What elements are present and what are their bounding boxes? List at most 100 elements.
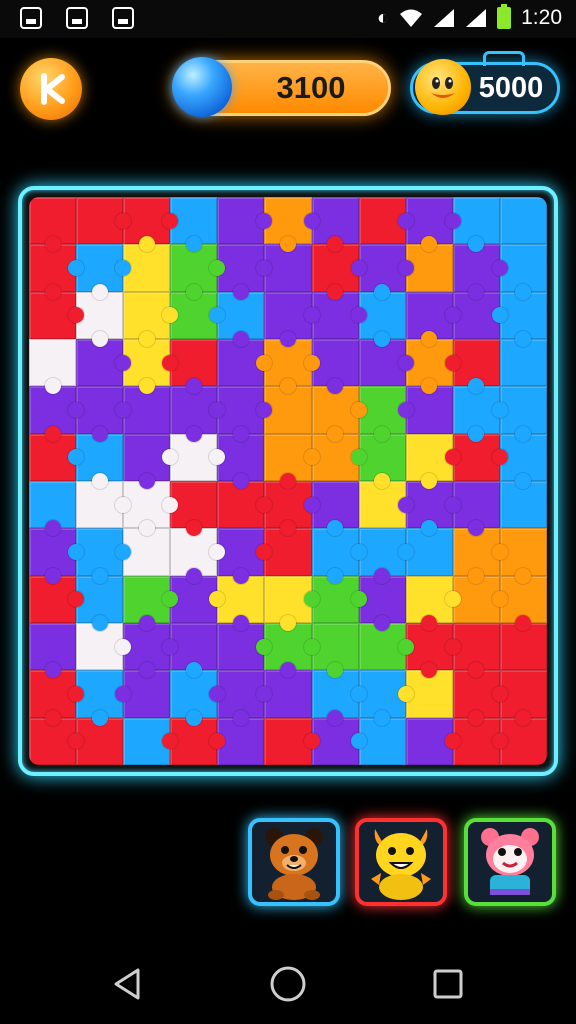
- puzzle-piece-knob: [138, 472, 155, 489]
- puzzle-piece-knob: [279, 614, 296, 631]
- pink-creature-character-card[interactable]: [464, 818, 556, 906]
- battery-icon: [497, 4, 512, 29]
- puzzle-piece-knob: [232, 472, 249, 489]
- puzzle-piece-knob: [515, 709, 532, 726]
- puzzle-piece-knob: [444, 212, 461, 229]
- puzzle-piece-knob: [444, 496, 461, 513]
- puzzle-piece-knob: [397, 212, 414, 229]
- puzzle-piece[interactable]: [29, 197, 77, 253]
- puzzle-piece-knob: [303, 354, 320, 371]
- puzzle-piece[interactable]: [405, 291, 461, 347]
- puzzle-piece[interactable]: [405, 433, 461, 489]
- puzzle-piece-knob: [115, 354, 132, 371]
- puzzle-piece-knob: [515, 567, 532, 584]
- puzzle-piece-knob: [303, 496, 320, 513]
- puzzle-piece[interactable]: [264, 717, 320, 765]
- puzzle-piece-knob: [44, 662, 61, 679]
- puzzle-piece[interactable]: [29, 338, 77, 395]
- triangle-back-icon: [114, 968, 140, 1000]
- signal-icon: [434, 9, 455, 27]
- puzzle-piece-knob: [468, 567, 485, 584]
- puzzle-piece[interactable]: [29, 622, 77, 679]
- puzzle-piece-knob: [138, 614, 155, 631]
- puzzle-piece-knob: [468, 709, 485, 726]
- puzzle-piece-knob: [44, 709, 61, 726]
- puzzle-piece-knob: [350, 685, 367, 702]
- yellow-creature-character-card[interactable]: [355, 818, 447, 906]
- puzzle-piece-knob: [91, 425, 108, 442]
- puzzle-piece[interactable]: [123, 291, 179, 347]
- puzzle-piece-knob: [468, 425, 485, 442]
- puzzle-piece-knob: [138, 662, 155, 679]
- score-counter: 3100: [172, 57, 391, 117]
- puzzle-piece-knob: [397, 543, 414, 560]
- puzzle-piece-knob: [350, 543, 367, 560]
- puzzle-piece-knob: [491, 685, 508, 702]
- puzzle-piece-knob: [68, 401, 85, 418]
- calendar-notification-icon: [20, 7, 42, 29]
- puzzle-piece-knob: [91, 614, 108, 631]
- puzzle-piece-knob: [232, 425, 249, 442]
- puzzle-piece-knob: [91, 283, 108, 300]
- puzzle-piece-knob: [303, 591, 320, 608]
- puzzle-piece-knob: [303, 638, 320, 655]
- puzzle-piece-knob: [303, 307, 320, 324]
- puzzle-piece[interactable]: [405, 717, 461, 765]
- puzzle-board[interactable]: [29, 197, 547, 765]
- puzzle-piece-knob: [44, 283, 61, 300]
- puzzle-piece-knob: [327, 567, 344, 584]
- puzzle-piece[interactable]: [264, 433, 320, 489]
- puzzle-piece-knob: [491, 401, 508, 418]
- nav-back-button[interactable]: [106, 962, 150, 1006]
- nav-recents-button[interactable]: [426, 962, 470, 1006]
- puzzle-piece[interactable]: [217, 197, 273, 245]
- circle-home-icon: [270, 966, 306, 1002]
- bear-character-card[interactable]: [248, 818, 340, 906]
- puzzle-piece-knob: [374, 567, 391, 584]
- puzzle-piece-knob: [327, 709, 344, 726]
- puzzle-piece[interactable]: [123, 433, 179, 489]
- puzzle-piece-knob: [44, 520, 61, 537]
- puzzle-piece-knob: [374, 425, 391, 442]
- puzzle-piece-knob: [350, 733, 367, 750]
- puzzle-piece[interactable]: [123, 575, 179, 631]
- puzzle-piece-knob: [138, 236, 155, 253]
- puzzle-piece[interactable]: [264, 291, 320, 347]
- puzzle-piece-knob: [91, 330, 108, 347]
- puzzle-piece-knob: [162, 638, 179, 655]
- puzzle-piece[interactable]: [264, 575, 320, 631]
- puzzle-piece-knob: [491, 259, 508, 276]
- puzzle-piece-knob: [232, 330, 249, 347]
- coin-tab: [483, 51, 525, 66]
- puzzle-piece-knob: [162, 354, 179, 371]
- puzzle-piece-knob: [162, 496, 179, 513]
- wifi-icon: [400, 9, 423, 27]
- puzzle-piece-knob: [515, 283, 532, 300]
- pink-creature-icon: [481, 828, 539, 895]
- puzzle-piece-knob: [397, 401, 414, 418]
- puzzle-piece-knob: [185, 709, 202, 726]
- puzzle-piece-knob: [374, 709, 391, 726]
- system-tray: ◐ 1:20: [377, 4, 562, 30]
- puzzle-piece-knob: [303, 733, 320, 750]
- yellow-creature-icon: [371, 829, 431, 900]
- puzzle-piece-knob: [397, 354, 414, 371]
- puzzle-piece[interactable]: [499, 197, 547, 245]
- puzzle-piece-knob: [468, 283, 485, 300]
- nav-home-button[interactable]: [266, 962, 310, 1006]
- puzzle-piece[interactable]: [29, 480, 77, 537]
- puzzle-piece-knob: [44, 567, 61, 584]
- puzzle-piece-knob: [185, 283, 202, 300]
- puzzle-piece[interactable]: [358, 197, 414, 245]
- puzzle-piece-knob: [232, 283, 249, 300]
- puzzle-piece-knob: [279, 472, 296, 489]
- puzzle-piece-knob: [444, 354, 461, 371]
- puzzle-piece[interactable]: [76, 197, 132, 245]
- image-notification-icon: [66, 7, 88, 29]
- puzzle-piece-knob: [350, 259, 367, 276]
- puzzle-piece[interactable]: [123, 717, 179, 765]
- puzzle-piece[interactable]: [405, 575, 461, 631]
- puzzle-piece-knob: [303, 449, 320, 466]
- coin-counter[interactable]: 5000: [410, 51, 560, 115]
- back-button[interactable]: [20, 58, 82, 120]
